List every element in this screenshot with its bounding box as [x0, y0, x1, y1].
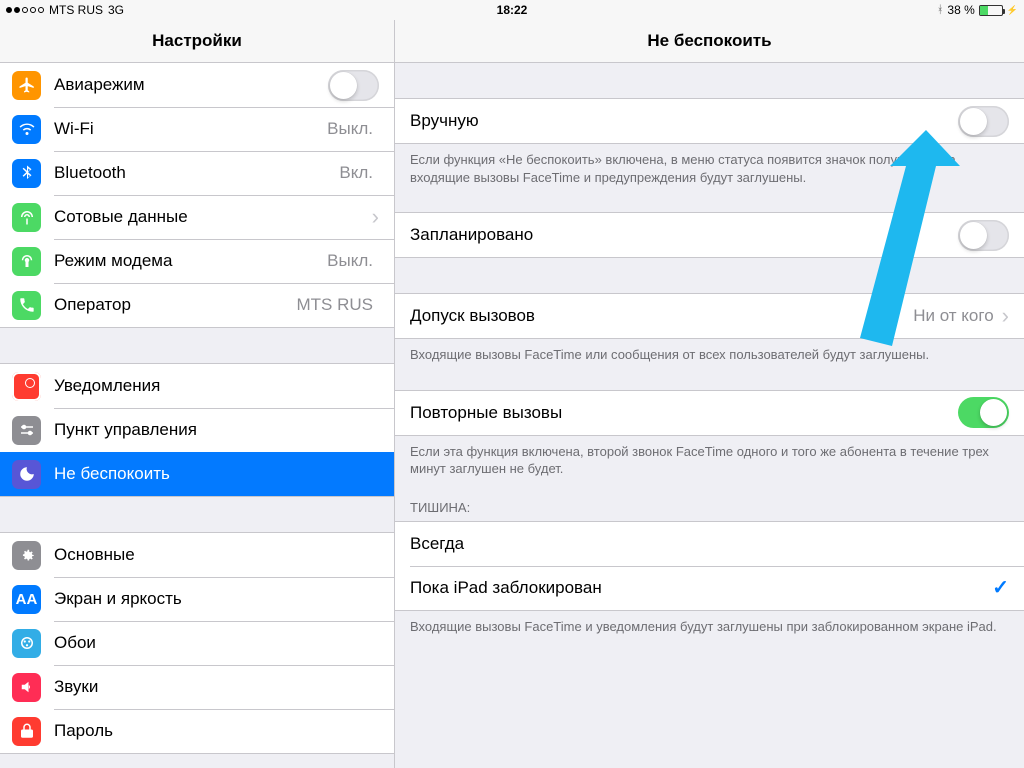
manual-label: Вручную: [410, 111, 958, 131]
controlcenter-label: Пункт управления: [54, 420, 379, 440]
sounds-label: Звуки: [54, 677, 379, 697]
silence-footer: Входящие вызовы FaceTime и уведомления б…: [395, 611, 1024, 644]
sidebar-title: Настройки: [152, 31, 242, 51]
manual-switch[interactable]: [958, 106, 1009, 137]
cellular-label: Сотовые данные: [54, 207, 372, 227]
sidebar-item-cellular[interactable]: Сотовые данные ›: [0, 195, 394, 239]
sidebar-item-wallpaper[interactable]: Обои: [0, 621, 394, 665]
wifi-value: Выкл.: [327, 119, 373, 139]
silence-header: ТИШИНА:: [395, 486, 1024, 521]
airplane-switch[interactable]: [328, 70, 379, 101]
cellular-icon: [12, 203, 41, 232]
battery-percent: 38 %: [947, 3, 974, 17]
sidebar-item-general[interactable]: Основные: [0, 533, 394, 577]
sidebar-item-airplane[interactable]: Авиарежим: [0, 63, 394, 107]
silence-always-label: Всегда: [410, 534, 1009, 554]
carrier-value: MTS RUS: [297, 295, 374, 315]
allow-calls-footer: Входящие вызовы FaceTime или сообщения о…: [395, 339, 1024, 372]
settings-sidebar[interactable]: Настройки Авиарежим Wi-Fi Выкл.: [0, 20, 395, 768]
network-label: 3G: [108, 3, 124, 17]
status-left: MTS RUS 3G: [6, 3, 124, 17]
scheduled-label: Запланировано: [410, 225, 958, 245]
passcode-icon: [12, 717, 41, 746]
wifi-label: Wi-Fi: [54, 119, 327, 139]
sidebar-item-display[interactable]: AA Экран и яркость: [0, 577, 394, 621]
display-icon: AA: [12, 585, 41, 614]
sidebar-item-dnd[interactable]: Не беспокоить: [0, 452, 394, 496]
dnd-icon: [12, 460, 41, 489]
wallpaper-label: Обои: [54, 633, 379, 653]
general-label: Основные: [54, 545, 379, 565]
controlcenter-icon: [12, 416, 41, 445]
manual-footer: Если функция «Не беспокоить» включена, в…: [395, 144, 1024, 194]
carrier-icon: [12, 291, 41, 320]
hotspot-icon: [12, 247, 41, 276]
status-right: ᚼ 38 % ⚡: [937, 3, 1018, 17]
hotspot-label: Режим модема: [54, 251, 327, 271]
signal-strength-icon: [6, 7, 44, 13]
silence-locked-label: Пока iPad заблокирован: [410, 578, 992, 598]
sidebar-item-controlcenter[interactable]: Пункт управления: [0, 408, 394, 452]
chevron-icon: ›: [1002, 305, 1009, 327]
scheduled-switch[interactable]: [958, 220, 1009, 251]
bluetooth-value: Вкл.: [339, 163, 373, 183]
bluetooth-label: Bluetooth: [54, 163, 339, 183]
notifications-icon: [12, 372, 41, 401]
general-icon: [12, 541, 41, 570]
sidebar-item-notifications[interactable]: Уведомления: [0, 364, 394, 408]
passcode-label: Пароль: [54, 721, 379, 741]
sidebar-item-carrier[interactable]: Оператор MTS RUS: [0, 283, 394, 327]
sidebar-item-sounds[interactable]: Звуки: [0, 665, 394, 709]
row-scheduled[interactable]: Запланировано: [395, 213, 1024, 257]
airplane-icon: [12, 71, 41, 100]
battery-icon: [979, 5, 1003, 16]
sidebar-item-passcode[interactable]: Пароль: [0, 709, 394, 753]
wifi-icon: [12, 115, 41, 144]
hotspot-value: Выкл.: [327, 251, 373, 271]
sidebar-item-bluetooth[interactable]: Bluetooth Вкл.: [0, 151, 394, 195]
airplane-label: Авиарежим: [54, 75, 328, 95]
clock-label: 18:22: [497, 3, 528, 17]
display-label: Экран и яркость: [54, 589, 379, 609]
notifications-label: Уведомления: [54, 376, 379, 396]
allow-calls-label: Допуск вызовов: [410, 306, 913, 326]
chevron-icon: ›: [372, 206, 379, 228]
dnd-label: Не беспокоить: [54, 464, 379, 484]
repeated-switch[interactable]: [958, 397, 1009, 428]
allow-calls-value: Ни от кого: [913, 306, 993, 326]
sidebar-item-hotspot[interactable]: Режим модема Выкл.: [0, 239, 394, 283]
row-silence-locked[interactable]: Пока iPad заблокирован ✓: [395, 566, 1024, 610]
detail-title: Не беспокоить: [647, 31, 771, 51]
bluetooth-icon: [12, 159, 41, 188]
charging-icon: ⚡: [1007, 5, 1018, 16]
sounds-icon: [12, 673, 41, 702]
sidebar-header: Настройки: [0, 20, 394, 63]
wallpaper-icon: [12, 629, 41, 658]
repeated-footer: Если эта функция включена, второй звонок…: [395, 436, 1024, 486]
row-silence-always[interactable]: Всегда: [395, 522, 1024, 566]
sidebar-item-wifi[interactable]: Wi-Fi Выкл.: [0, 107, 394, 151]
detail-pane[interactable]: Не беспокоить Вручную Если функция «Не б…: [395, 20, 1024, 768]
status-bar: MTS RUS 3G 18:22 ᚼ 38 % ⚡: [0, 0, 1024, 20]
row-repeated-calls[interactable]: Повторные вызовы: [395, 391, 1024, 435]
repeated-label: Повторные вызовы: [410, 403, 958, 423]
bluetooth-icon: ᚼ: [937, 4, 944, 16]
detail-header: Не беспокоить: [395, 20, 1024, 63]
row-manual[interactable]: Вручную: [395, 99, 1024, 143]
check-icon: ✓: [992, 575, 1009, 600]
row-allow-calls[interactable]: Допуск вызовов Ни от кого ›: [395, 294, 1024, 338]
carrier-label: MTS RUS: [49, 3, 103, 17]
carrier-label: Оператор: [54, 295, 297, 315]
